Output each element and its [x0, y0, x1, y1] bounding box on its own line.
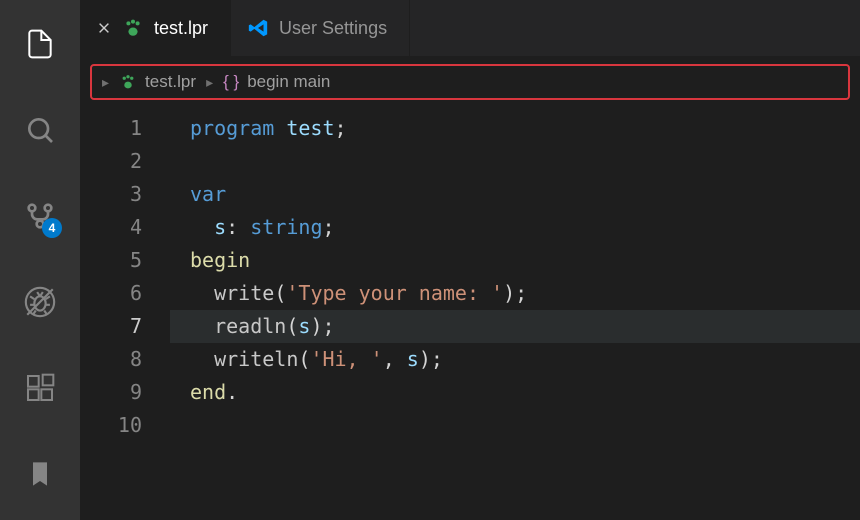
- code-line[interactable]: [170, 409, 860, 442]
- line-number: 10: [80, 409, 142, 442]
- line-number: 3: [80, 178, 142, 211]
- line-number: 6: [80, 277, 142, 310]
- chevron-right-icon: ▸: [206, 74, 213, 91]
- paw-icon: [122, 17, 144, 39]
- code-line[interactable]: end.: [170, 376, 860, 409]
- tab-user-settings[interactable]: User Settings: [231, 0, 410, 56]
- breadcrumb-file[interactable]: test.lpr: [119, 72, 196, 92]
- code-line[interactable]: readln(s);: [170, 310, 860, 343]
- explorer-icon[interactable]: [16, 20, 64, 68]
- braces-icon: { }: [223, 72, 239, 92]
- code-line[interactable]: var: [170, 178, 860, 211]
- chevron-right-icon: ▸: [102, 74, 109, 91]
- line-number: 7: [80, 310, 142, 343]
- vscode-icon: [247, 17, 269, 39]
- breadcrumb[interactable]: ▸ test.lpr ▸ { } begin main: [90, 64, 850, 100]
- line-number: 2: [80, 145, 142, 178]
- tab-label: User Settings: [279, 18, 387, 39]
- editor-group: test.lpr User Settings ▸ test.lpr ▸ { } …: [80, 0, 860, 520]
- line-number: 5: [80, 244, 142, 277]
- line-number: 8: [80, 343, 142, 376]
- search-icon[interactable]: [16, 106, 64, 154]
- tab-label: test.lpr: [154, 18, 208, 39]
- breadcrumb-symbol-label: begin main: [247, 72, 330, 92]
- code-line[interactable]: [170, 145, 860, 178]
- bookmark-icon[interactable]: [16, 450, 64, 498]
- scm-badge: 4: [42, 218, 62, 238]
- line-number-gutter: 12345678910: [80, 112, 170, 520]
- debug-icon[interactable]: [16, 278, 64, 326]
- code-line[interactable]: begin: [170, 244, 860, 277]
- code-editor[interactable]: 12345678910 program test; var s: string;b…: [80, 106, 860, 520]
- code-line[interactable]: program test;: [170, 112, 860, 145]
- activity-bar: 4: [0, 0, 80, 520]
- code-line[interactable]: s: string;: [170, 211, 860, 244]
- tab-bar: test.lpr User Settings: [80, 0, 860, 56]
- breadcrumb-file-label: test.lpr: [145, 72, 196, 92]
- close-icon[interactable]: [96, 20, 112, 36]
- code-line[interactable]: writeln('Hi, ', s);: [170, 343, 860, 376]
- line-number: 1: [80, 112, 142, 145]
- tab-test-lpr[interactable]: test.lpr: [80, 0, 231, 56]
- line-number: 9: [80, 376, 142, 409]
- source-control-icon[interactable]: 4: [16, 192, 64, 240]
- code-content[interactable]: program test; var s: string;begin write('…: [170, 112, 860, 520]
- code-line[interactable]: write('Type your name: ');: [170, 277, 860, 310]
- breadcrumb-symbol[interactable]: { } begin main: [223, 72, 330, 92]
- line-number: 4: [80, 211, 142, 244]
- extensions-icon[interactable]: [16, 364, 64, 412]
